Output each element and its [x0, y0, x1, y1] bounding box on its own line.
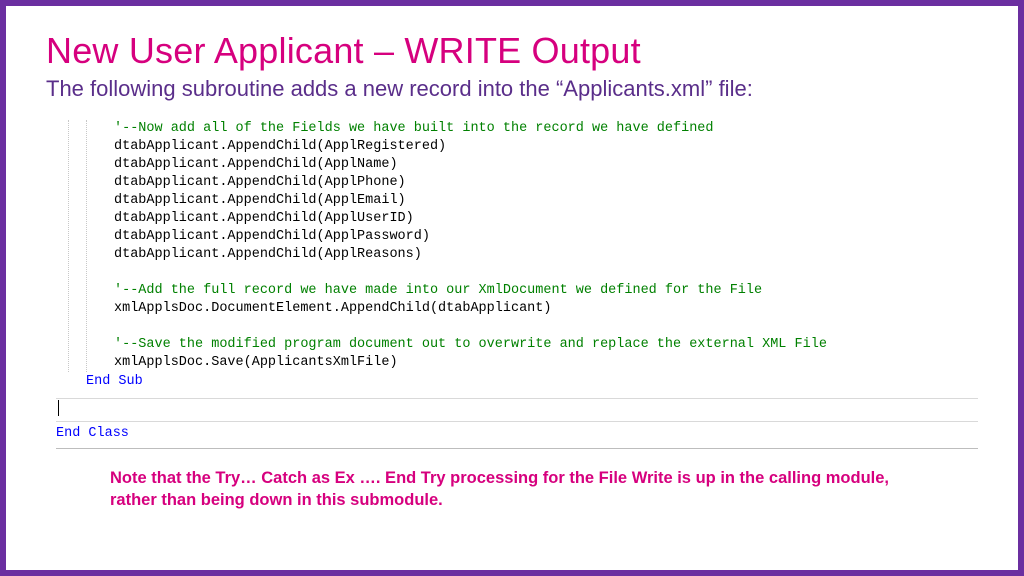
- code-line: xmlApplsDoc.Save(ApplicantsXmlFile): [114, 355, 398, 370]
- code-line: dtabApplicant.AppendChild(ApplReasons): [114, 247, 422, 262]
- code-line: dtabApplicant.AppendChild(ApplName): [114, 157, 398, 172]
- code-comment: '--Save the modified program document ou…: [114, 337, 827, 352]
- code-block: '--Now add all of the Fields we have bui…: [56, 116, 978, 449]
- indent-guides: [56, 120, 114, 372]
- footnote: Note that the Try… Catch as Ex …. End Tr…: [110, 467, 908, 511]
- code-line: dtabApplicant.AppendChild(ApplUserID): [114, 211, 414, 226]
- text-caret: [58, 400, 59, 416]
- slide-title: New User Applicant – WRITE Output: [46, 30, 978, 72]
- code-keyword-endclass: End Class: [56, 426, 129, 441]
- code-comment: '--Now add all of the Fields we have bui…: [114, 121, 714, 136]
- slide: New User Applicant – WRITE Output The fo…: [0, 0, 1024, 576]
- code-line: dtabApplicant.AppendChild(ApplEmail): [114, 193, 406, 208]
- slide-subtitle: The following subroutine adds a new reco…: [46, 76, 978, 102]
- code-keyword-endsub: End Sub: [86, 374, 143, 389]
- code-comment: '--Add the full record we have made into…: [114, 283, 762, 298]
- code-line: dtabApplicant.AppendChild(ApplRegistered…: [114, 139, 446, 154]
- code-line: dtabApplicant.AppendChild(ApplPassword): [114, 229, 430, 244]
- code-lines: '--Now add all of the Fields we have bui…: [114, 120, 978, 372]
- code-line: xmlApplsDoc.DocumentElement.AppendChild(…: [114, 301, 551, 316]
- code-line: dtabApplicant.AppendChild(ApplPhone): [114, 175, 406, 190]
